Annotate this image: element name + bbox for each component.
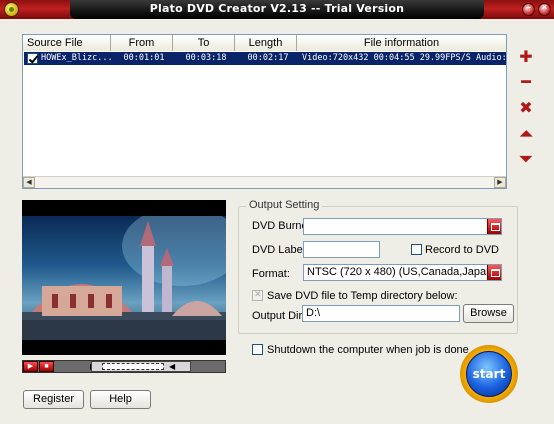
output-setting-legend: Output Setting <box>246 199 323 211</box>
trim-end-icon[interactable]: ◀ <box>169 362 175 371</box>
shutdown-checkbox[interactable] <box>252 344 263 355</box>
format-label: Format: <box>252 268 290 280</box>
title-bar: Plato DVD Creator V2.13 -- Trial Version… <box>0 0 554 19</box>
horizontal-scrollbar[interactable]: ◀ ▶ <box>23 176 506 188</box>
column-from[interactable]: From <box>111 35 173 51</box>
dvd-label-label: DVD Label: <box>252 244 309 256</box>
save-temp-label: Save DVD file to Temp directory below: <box>267 290 458 302</box>
dropdown-icon[interactable] <box>487 219 501 234</box>
save-temp-checkbox[interactable] <box>252 289 263 301</box>
help-button[interactable]: Help <box>90 390 151 409</box>
register-button[interactable]: Register <box>23 390 84 409</box>
file-list[interactable]: Source File From To Length File informat… <box>22 34 507 189</box>
cell-file-info: Video:720x432 00:04:55 29.99FPS/S Audio:… <box>302 53 506 63</box>
delete-icon[interactable]: ✖ <box>518 101 534 117</box>
column-source-file[interactable]: Source File <box>23 35 111 51</box>
move-up-icon[interactable]: ⏶ <box>518 127 534 143</box>
stop-icon[interactable]: ■ <box>39 361 54 372</box>
row-checkbox[interactable] <box>27 53 38 64</box>
add-icon[interactable]: ✚ <box>518 50 534 66</box>
output-dir-input[interactable]: D:\ <box>302 305 460 322</box>
scroll-right-icon[interactable]: ▶ <box>494 177 506 188</box>
trim-slider[interactable] <box>91 361 191 372</box>
column-to[interactable]: To <box>173 35 235 51</box>
browse-button[interactable]: Browse <box>463 304 514 323</box>
preview-image <box>22 216 226 340</box>
cell-length: 00:02:17 <box>247 53 289 63</box>
trim-range-handle[interactable] <box>102 363 164 370</box>
dvd-label-input[interactable] <box>303 241 380 258</box>
castle-scene-image <box>22 216 226 340</box>
window-title: Plato DVD Creator V2.13 -- Trial Version <box>149 2 405 15</box>
scroll-left-icon[interactable]: ◀ <box>23 177 35 188</box>
shutdown-label: Shutdown the computer when job is done <box>267 344 469 356</box>
format-select[interactable]: NTSC (720 x 480) (US,Canada,Japan.....) <box>303 264 502 281</box>
start-button[interactable]: start <box>466 351 512 397</box>
video-preview <box>22 200 226 355</box>
column-file-information[interactable]: File information <box>297 35 506 51</box>
cell-to: 00:03:18 <box>185 53 227 63</box>
move-down-icon[interactable]: ⏷ <box>518 152 534 168</box>
cell-source: HOWEx_Blizc... <box>41 53 111 63</box>
play-icon[interactable]: ▶ <box>23 361 38 372</box>
close-icon[interactable]: × <box>538 2 551 16</box>
remove-icon[interactable]: ━ <box>518 75 534 91</box>
record-to-dvd-checkbox[interactable] <box>411 244 422 255</box>
app-window: Plato DVD Creator V2.13 -- Trial Version… <box>0 0 554 424</box>
dropdown-icon[interactable] <box>487 265 501 280</box>
column-length[interactable]: Length <box>235 35 297 51</box>
output-dir-label: Output Dir: <box>252 310 306 322</box>
record-to-dvd-label: Record to DVD <box>425 244 499 256</box>
player-controls: ▶ ■ ▶ ◀ <box>22 360 226 373</box>
list-header: Source File From To Length File informat… <box>23 35 506 51</box>
cell-from: 00:01:01 <box>123 53 165 63</box>
table-row[interactable]: HOWEx_Blizc... 00:01:01 00:03:18 00:02:1… <box>24 52 506 65</box>
dvd-burner-select[interactable] <box>303 218 502 235</box>
minimize-icon[interactable]: – <box>522 2 535 16</box>
